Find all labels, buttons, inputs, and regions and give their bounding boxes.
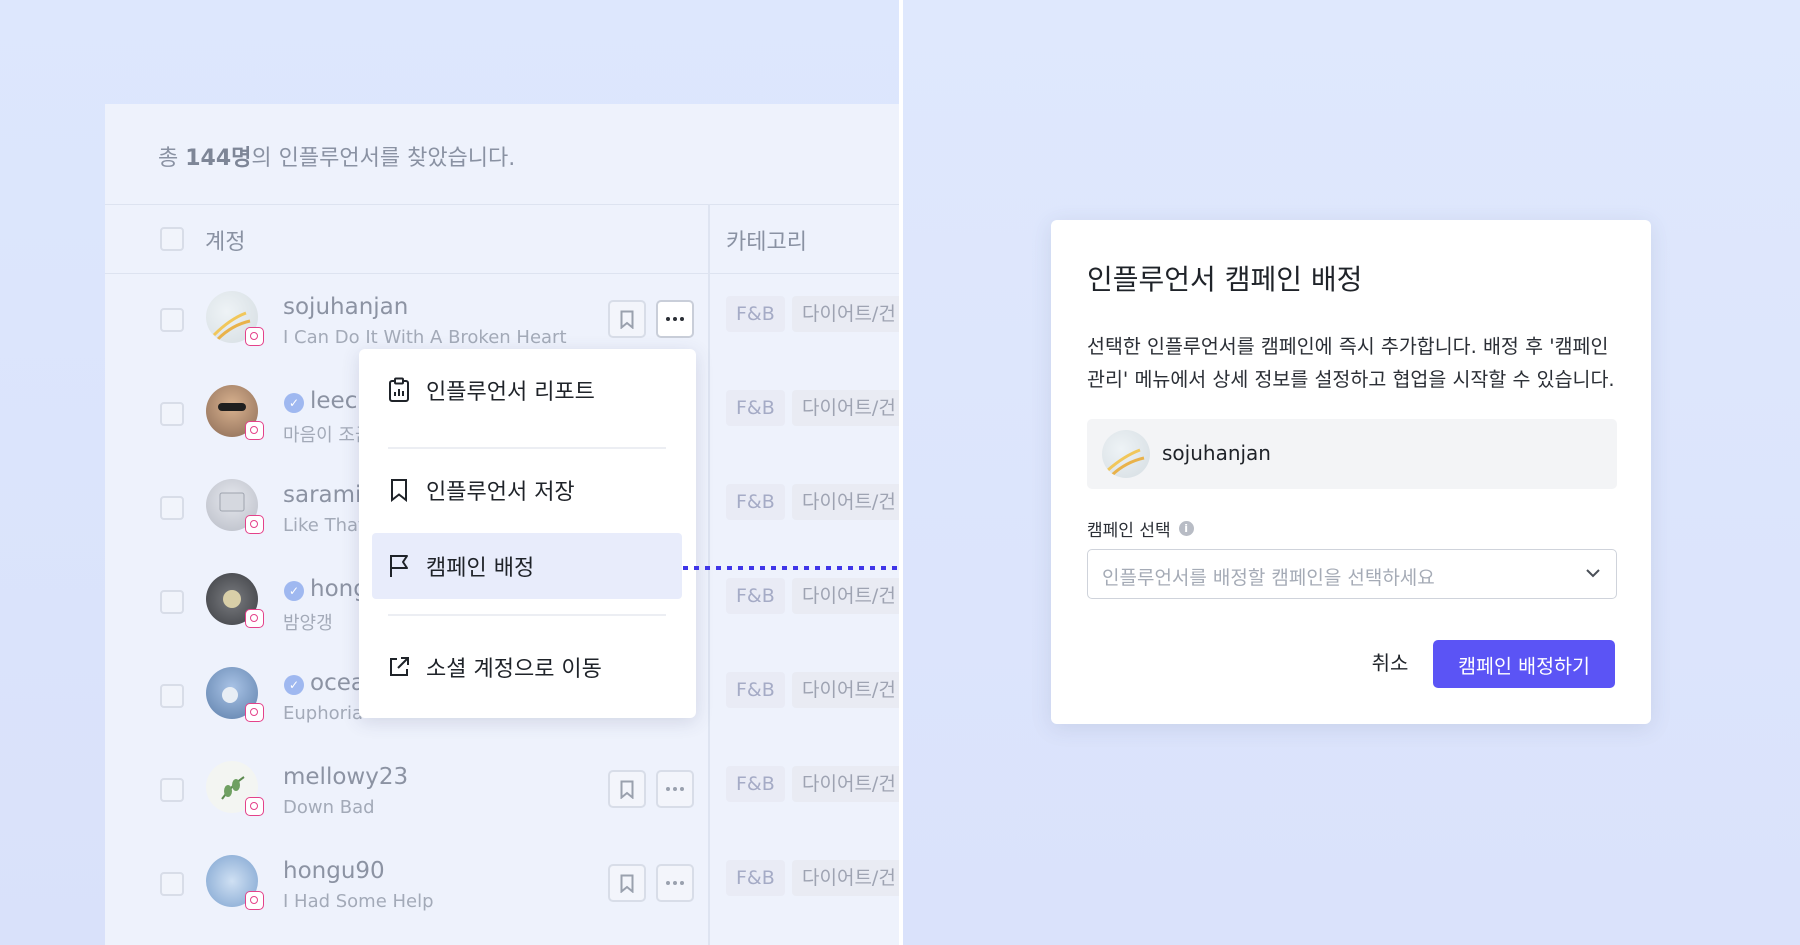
menu-item-label: 캠페인 배정 xyxy=(426,556,535,581)
campaign-select[interactable]: 인플루언서를 배정할 캠페인을 선택하세요 xyxy=(1087,549,1617,599)
instagram-icon xyxy=(245,327,264,346)
external-link-icon xyxy=(386,654,412,680)
user-subtitle: Euphoria xyxy=(283,703,364,724)
bookmark-button[interactable] xyxy=(608,300,646,338)
flag-icon xyxy=(386,553,412,579)
header-account: 계정 xyxy=(205,230,246,255)
row-checkbox[interactable] xyxy=(160,590,184,614)
clipboard-icon xyxy=(386,377,412,403)
user-subtitle: I Had Some Help xyxy=(283,891,434,912)
table-row: hongu90 I Had Some Help F&B 다이어트/건 xyxy=(105,836,899,930)
verified-icon: ✓ xyxy=(284,581,304,601)
user-subtitle: Down Bad xyxy=(283,797,375,818)
modal-description: 선택한 인플루언서를 캠페인에 즉시 추가합니다. 배정 후 '캠페인 관리' … xyxy=(1087,335,1615,391)
username[interactable]: hongu90 xyxy=(283,858,385,884)
more-icon xyxy=(666,881,684,885)
category-tag: F&B xyxy=(726,672,785,708)
row-checkbox[interactable] xyxy=(160,402,184,426)
category-tag: F&B xyxy=(726,766,785,802)
campaign-select-label: 캠페인 선택 i xyxy=(1087,516,1194,541)
row-checkbox[interactable] xyxy=(160,684,184,708)
cancel-button[interactable]: 취소 xyxy=(1351,638,1429,684)
instagram-icon xyxy=(245,891,264,910)
category-tag: F&B xyxy=(726,860,785,896)
category-tag: 다이어트/건 xyxy=(792,484,899,520)
username[interactable]: mellowy23 xyxy=(283,764,408,790)
user-subtitle: 밤양갱 xyxy=(283,613,333,634)
selected-influencer: sojuhanjan xyxy=(1087,419,1617,489)
category-tag: F&B xyxy=(726,578,785,614)
chevron-down-icon xyxy=(1586,569,1600,578)
instagram-icon xyxy=(245,703,264,722)
table-header: 계정 카테고리 xyxy=(105,204,899,274)
username[interactable]: sojuhanjan xyxy=(283,294,408,320)
menu-divider xyxy=(388,614,666,616)
more-options-button[interactable] xyxy=(656,864,694,902)
verified-icon: ✓ xyxy=(284,675,304,695)
bookmark-icon xyxy=(620,874,634,893)
info-icon[interactable]: i xyxy=(1178,521,1194,536)
avatar xyxy=(1102,430,1150,478)
user-subtitle: I Can Do It With A Broken Heart xyxy=(283,327,567,348)
selected-username: sojuhanjan xyxy=(1162,441,1271,465)
menu-item-label: 인플루언서 저장 xyxy=(426,480,575,505)
bookmark-icon xyxy=(620,780,634,799)
menu-item-save-influencer[interactable]: 인플루언서 저장 xyxy=(372,457,682,523)
more-icon xyxy=(666,317,684,321)
influencer-list-panel: 총 144명의 인플루언서를 찾았습니다. 계정 카테고리 sojuhanjan… xyxy=(0,0,899,945)
row-checkbox[interactable] xyxy=(160,872,184,896)
category-tag: 다이어트/건 xyxy=(792,672,899,708)
bookmark-icon xyxy=(386,477,412,503)
verified-icon: ✓ xyxy=(284,393,304,413)
bookmark-button[interactable] xyxy=(608,770,646,808)
instagram-icon xyxy=(245,515,264,534)
menu-item-go-to-social[interactable]: 소셜 계정으로 이동 xyxy=(372,634,682,700)
assign-campaign-modal: 인플루언서 캠페인 배정 선택한 인플루언서를 캠페인에 즉시 추가합니다. 배… xyxy=(1051,220,1651,724)
category-tag: F&B xyxy=(726,484,785,520)
user-subtitle: Like That xyxy=(283,515,366,536)
menu-item-label: 인플루언서 리포트 xyxy=(426,380,595,405)
more-options-button[interactable] xyxy=(656,300,694,338)
category-tag: 다이어트/건 xyxy=(792,766,899,802)
more-options-button[interactable] xyxy=(656,770,694,808)
select-placeholder: 인플루언서를 배정할 캠페인을 선택하세요 xyxy=(1102,567,1435,589)
username[interactable]: ocea xyxy=(310,670,365,696)
category-tag: 다이어트/건 xyxy=(792,296,899,332)
row-actions-menu: 인플루언서 리포트 인플루언서 저장 캠페인 배정 소셜 계정으로 이동 xyxy=(359,349,696,718)
row-checkbox[interactable] xyxy=(160,496,184,520)
select-all-checkbox[interactable] xyxy=(160,227,184,251)
category-tag: 다이어트/건 xyxy=(792,390,899,426)
menu-item-label: 소셜 계정으로 이동 xyxy=(426,657,602,682)
modal-title: 인플루언서 캠페인 배정 xyxy=(1087,263,1363,296)
menu-divider xyxy=(388,447,666,449)
instagram-icon xyxy=(245,797,264,816)
category-tag: F&B xyxy=(726,390,785,426)
bookmark-icon xyxy=(620,310,634,329)
assign-campaign-button[interactable]: 캠페인 배정하기 xyxy=(1433,640,1615,688)
menu-item-assign-campaign[interactable]: 캠페인 배정 xyxy=(372,533,682,599)
category-tag: 다이어트/건 xyxy=(792,578,899,614)
instagram-icon xyxy=(245,421,264,440)
header-category: 카테고리 xyxy=(726,230,807,255)
instagram-icon xyxy=(245,609,264,628)
more-icon xyxy=(666,787,684,791)
bookmark-button[interactable] xyxy=(608,864,646,902)
category-tag: 다이어트/건 xyxy=(792,860,899,896)
menu-item-influencer-report[interactable]: 인플루언서 리포트 xyxy=(372,357,682,423)
category-tag: F&B xyxy=(726,296,785,332)
row-checkbox[interactable] xyxy=(160,308,184,332)
row-checkbox[interactable] xyxy=(160,778,184,802)
table-row: mellowy23 Down Bad F&B 다이어트/건 xyxy=(105,742,899,836)
result-summary: 총 144명의 인플루언서를 찾았습니다. xyxy=(158,146,516,171)
